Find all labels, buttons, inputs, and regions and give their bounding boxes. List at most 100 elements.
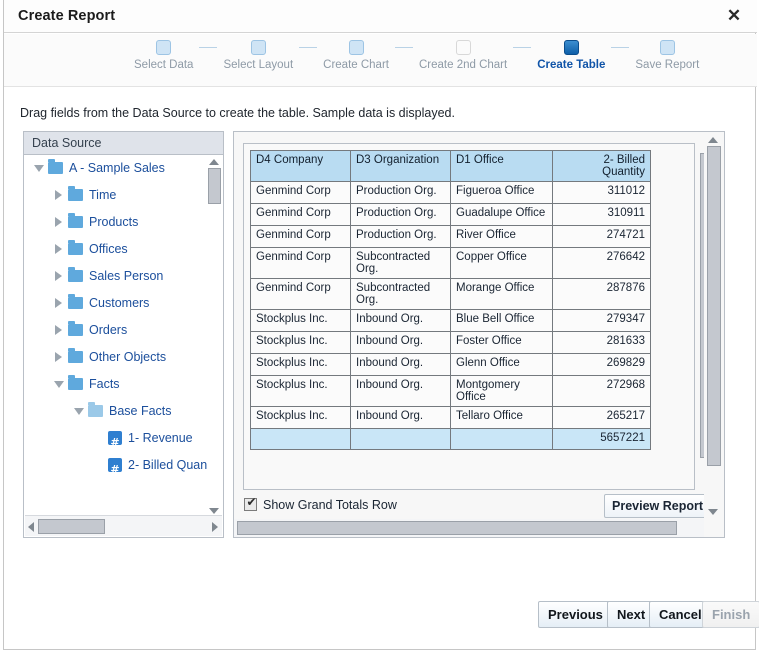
- table-cell: 269829: [553, 354, 651, 376]
- table-preview-panel: D4 CompanyD3 OrganizationD1 Office2- Bil…: [233, 131, 725, 538]
- table-cell: 279347: [553, 310, 651, 332]
- table-cell: Blue Bell Office: [451, 310, 553, 332]
- grand-total-row: 5657221: [251, 429, 651, 450]
- panel-scroll-down-icon[interactable]: [708, 507, 719, 515]
- table-row[interactable]: Stockplus Inc.Inbound Org.Glenn Office26…: [251, 354, 651, 376]
- table-cell: 274721: [553, 226, 651, 248]
- table-cell: Inbound Org.: [351, 310, 451, 332]
- tree-vscroll-thumb[interactable]: [208, 168, 221, 204]
- twisty-none-icon: [94, 460, 103, 469]
- table-row[interactable]: Genmind CorpProduction Org.Guadalupe Off…: [251, 204, 651, 226]
- scroll-up-icon[interactable]: [209, 157, 220, 165]
- tree-item-offices[interactable]: Offices: [24, 236, 223, 263]
- twisty-collapsed-icon[interactable]: [54, 271, 63, 280]
- table-row[interactable]: Stockplus Inc.Inbound Org.Foster Office2…: [251, 332, 651, 354]
- tree-item-products[interactable]: Products: [24, 209, 223, 236]
- twisty-expanded-icon[interactable]: [54, 379, 63, 388]
- table-row[interactable]: Stockplus Inc.Inbound Org.Tellaro Office…: [251, 407, 651, 429]
- twisty-expanded-icon[interactable]: [74, 406, 83, 415]
- twisty-none-icon: [94, 433, 103, 442]
- tree-item-sales-person[interactable]: Sales Person: [24, 263, 223, 290]
- table-cell: Production Org.: [351, 226, 451, 248]
- wizard-train: Select Data Select Layout Create Chart Crea…: [4, 34, 757, 87]
- data-source-tree[interactable]: A - Sample SalesTimeProductsOfficesSales…: [24, 155, 223, 515]
- next-button[interactable]: Next: [607, 601, 655, 628]
- twisty-collapsed-icon[interactable]: [54, 217, 63, 226]
- twisty-collapsed-icon[interactable]: [54, 190, 63, 199]
- table-cell: 287876: [553, 279, 651, 310]
- show-grand-totals-row-option[interactable]: Show Grand Totals Row: [244, 498, 397, 512]
- preview-table[interactable]: D4 CompanyD3 OrganizationD1 Office2- Bil…: [250, 150, 651, 450]
- table-panel-hscroll-thumb[interactable]: [237, 521, 677, 535]
- table-cell: Subcontracted Org.: [351, 279, 451, 310]
- table-cell: Stockplus Inc.: [251, 354, 351, 376]
- tree-vertical-scrollbar[interactable]: [207, 156, 222, 515]
- table-column-header[interactable]: 2- Billed Quantity: [553, 151, 651, 182]
- folder-icon: [68, 324, 83, 336]
- table-panel-hscrollbar[interactable]: [234, 519, 706, 537]
- folder-icon: [88, 405, 103, 417]
- table-column-header[interactable]: D3 Organization: [351, 151, 451, 182]
- tree-item-a-sample-sales[interactable]: A - Sample Sales: [24, 155, 223, 182]
- folder-icon: [68, 378, 83, 390]
- table-row[interactable]: Genmind CorpSubcontracted Org.Morange Of…: [251, 279, 651, 310]
- table-column-header[interactable]: D4 Company: [251, 151, 351, 182]
- wizard-step-save-report[interactable]: Save Report: [629, 40, 705, 71]
- preview-report-button[interactable]: Preview Report: [604, 494, 711, 518]
- tree-item-2-billed-quanti[interactable]: 2- Billed Quanti: [24, 452, 223, 479]
- tree-item-1-revenue[interactable]: 1- Revenue: [24, 425, 223, 452]
- tree-item-label: Facts: [89, 377, 120, 391]
- create-report-dialog: Create Report ✕ Select Data Select Layout…: [3, 0, 756, 650]
- twisty-collapsed-icon[interactable]: [54, 298, 63, 307]
- table-cell: Stockplus Inc.: [251, 376, 351, 407]
- tree-hscroll-thumb[interactable]: [38, 519, 105, 534]
- show-grand-totals-checkbox[interactable]: [244, 498, 257, 511]
- wizard-step-create-2nd-chart[interactable]: Create 2nd Chart: [413, 40, 513, 71]
- wizard-step-select-data[interactable]: Select Data: [128, 40, 199, 71]
- wizard-step-create-table[interactable]: Create Table: [531, 40, 611, 71]
- table-column-header[interactable]: D1 Office: [451, 151, 553, 182]
- tree-item-other-objects[interactable]: Other Objects: [24, 344, 223, 371]
- twisty-expanded-icon[interactable]: [34, 163, 43, 172]
- finish-button[interactable]: Finish: [702, 601, 759, 628]
- previous-button[interactable]: Previous: [538, 601, 613, 628]
- table-row[interactable]: Genmind CorpSubcontracted Org.Copper Off…: [251, 248, 651, 279]
- table-panel-vscroll-thumb[interactable]: [707, 146, 721, 466]
- table-cell: Stockplus Inc.: [251, 310, 351, 332]
- twisty-collapsed-icon[interactable]: [54, 244, 63, 253]
- table-row[interactable]: Genmind CorpProduction Org.Figueroa Offi…: [251, 182, 651, 204]
- scroll-down-icon[interactable]: [209, 506, 220, 514]
- tree-item-customers[interactable]: Customers: [24, 290, 223, 317]
- twisty-collapsed-icon[interactable]: [54, 325, 63, 334]
- table-header-row: D4 CompanyD3 OrganizationD1 Office2- Bil…: [251, 151, 651, 182]
- tree-item-label: 2- Billed Quanti: [128, 458, 213, 472]
- wizard-step-create-chart[interactable]: Create Chart: [317, 40, 395, 71]
- panel-scroll-up-icon[interactable]: [708, 135, 719, 143]
- scroll-right-icon[interactable]: [211, 522, 219, 533]
- step-connector: [395, 47, 413, 48]
- dialog-titlebar: Create Report ✕: [4, 0, 757, 33]
- twisty-collapsed-icon[interactable]: [54, 352, 63, 361]
- step-label: Select Layout: [217, 59, 299, 71]
- table-cell: Genmind Corp: [251, 279, 351, 310]
- tree-item-label: 1- Revenue: [128, 431, 193, 445]
- table-row[interactable]: Stockplus Inc.Inbound Org.Blue Bell Offi…: [251, 310, 651, 332]
- step-node-icon: [349, 40, 364, 55]
- tree-item-time[interactable]: Time: [24, 182, 223, 209]
- table-row[interactable]: Stockplus Inc.Inbound Org.Montgomery Off…: [251, 376, 651, 407]
- wizard-steps: Select Data Select Layout Create Chart Crea…: [128, 40, 705, 71]
- wizard-step-select-layout[interactable]: Select Layout: [217, 40, 299, 71]
- table-cell: 281633: [553, 332, 651, 354]
- tree-item-base-facts[interactable]: Base Facts: [24, 398, 223, 425]
- folder-icon: [68, 189, 83, 201]
- table-panel-vscrollbar[interactable]: [704, 132, 724, 537]
- step-node-icon: [456, 40, 471, 55]
- table-row[interactable]: Genmind CorpProduction Org.River Office2…: [251, 226, 651, 248]
- tree-item-facts[interactable]: Facts: [24, 371, 223, 398]
- close-icon[interactable]: ✕: [723, 6, 745, 28]
- step-label: Select Data: [128, 59, 199, 71]
- scroll-left-icon[interactable]: [27, 522, 35, 533]
- table-cell: Tellaro Office: [451, 407, 553, 429]
- tree-item-orders[interactable]: Orders: [24, 317, 223, 344]
- tree-horizontal-scrollbar[interactable]: [25, 515, 222, 536]
